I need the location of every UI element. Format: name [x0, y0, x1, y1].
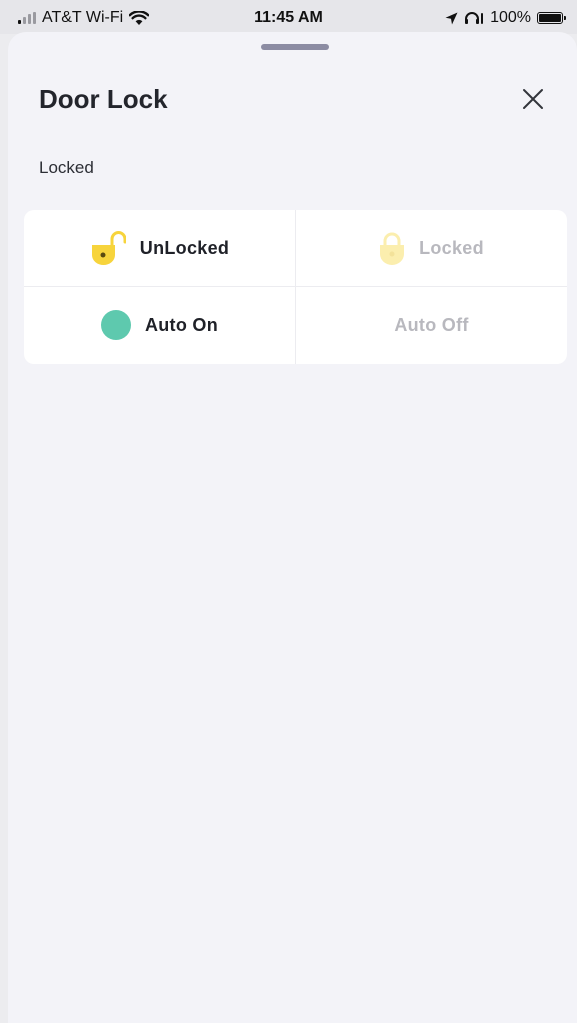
sheet-grabber-handle[interactable] [261, 44, 329, 50]
close-icon [523, 89, 543, 109]
page-title: Door Lock [39, 84, 168, 114]
close-button[interactable] [520, 86, 546, 112]
location-arrow-icon [445, 12, 458, 24]
lock-label: Locked [419, 237, 484, 258]
lock-status-text: Locked [39, 158, 94, 177]
unlock-button[interactable]: UnLocked [24, 210, 295, 286]
locked-padlock-icon [380, 232, 405, 265]
battery-percent: 100% [490, 9, 531, 26]
unlock-label: UnLocked [139, 237, 230, 258]
battery-icon [537, 12, 566, 24]
auto-on-button[interactable]: Auto On [24, 287, 295, 363]
screen: AT&T Wi-Fi 11:45 AM 100% Door Lock Locke… [0, 0, 577, 1023]
unlocked-padlock-icon [91, 231, 126, 265]
lock-button[interactable]: Locked [296, 210, 567, 286]
auto-off-button[interactable]: Auto Off [296, 287, 567, 363]
status-bar-right: 100% [445, 9, 566, 27]
lock-controls-card: UnLocked Locked Auto On Auto Off [24, 210, 567, 364]
door-lock-sheet: Door Lock Locked UnLocked Locked Auto On… [8, 32, 577, 1023]
auto-off-label: Auto Off [394, 314, 469, 335]
auto-on-label: Auto On [144, 314, 219, 335]
status-bar: AT&T Wi-Fi 11:45 AM 100% [0, 0, 577, 34]
auto-on-dot-icon [100, 310, 131, 340]
headphones-icon [465, 12, 484, 24]
